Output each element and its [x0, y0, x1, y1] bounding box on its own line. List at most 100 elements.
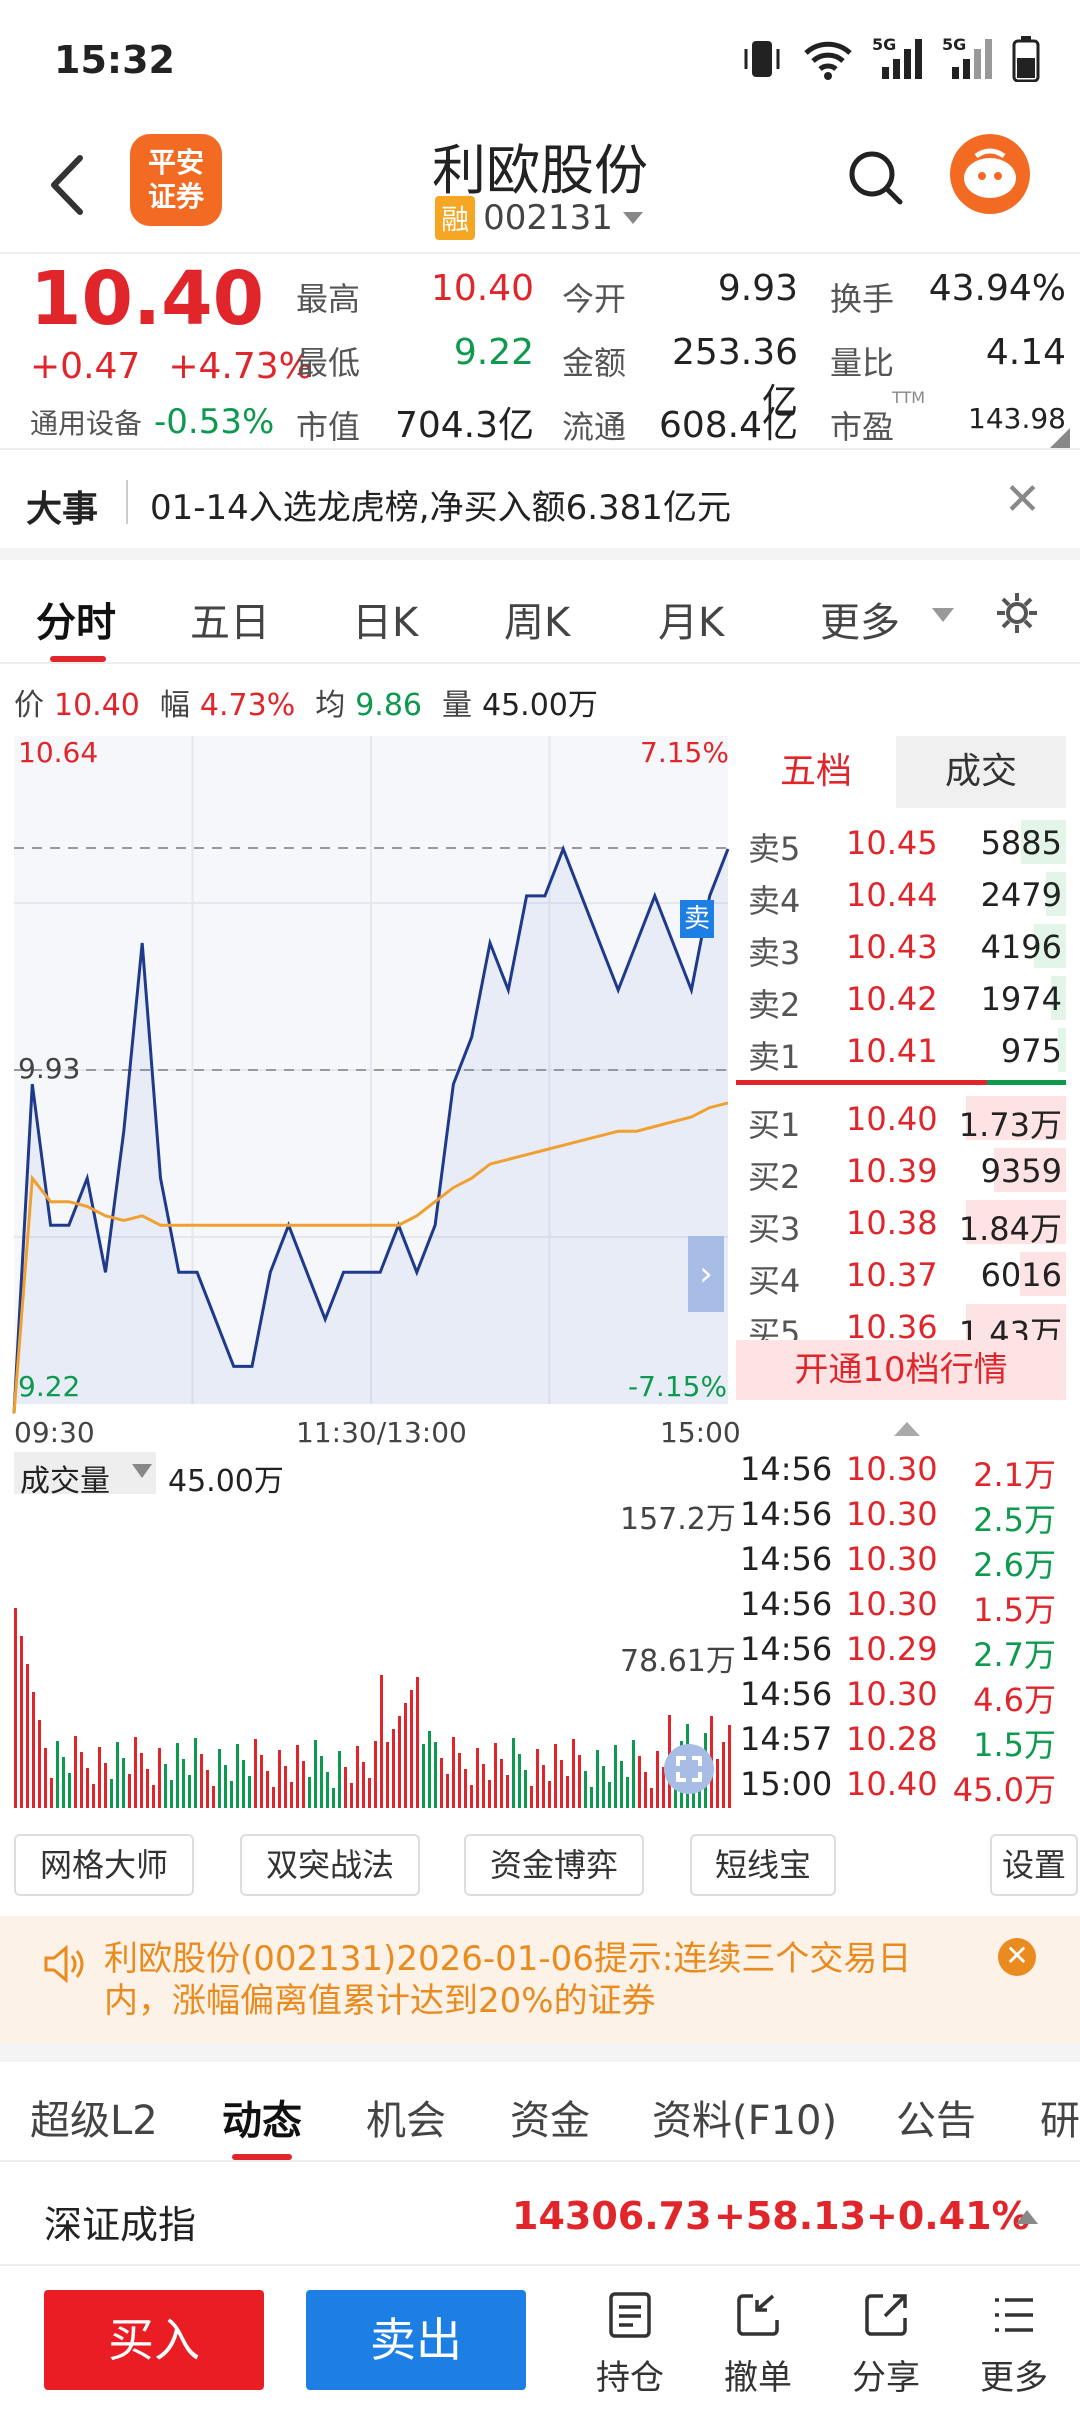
- status-icons: 5G 5G: [740, 34, 1040, 84]
- tab-intraday[interactable]: 分时: [36, 590, 116, 648]
- volume-bar: [80, 1752, 83, 1808]
- level-price: 10.42: [846, 980, 938, 1018]
- ask-row-3[interactable]: 卖3 10.43 4196: [736, 920, 1066, 972]
- expand-panel-chevron-icon[interactable]: ›: [688, 1236, 724, 1312]
- pe-ttm-sup: TTM: [892, 388, 926, 407]
- margin-badge: 融: [435, 196, 476, 240]
- info-amp-label: 幅: [159, 688, 190, 723]
- tab-super-l2[interactable]: 超级L2: [30, 2088, 158, 2146]
- tool-short-term[interactable]: 短线宝: [690, 1834, 836, 1896]
- buy-button[interactable]: 买入: [44, 2290, 264, 2390]
- volume-bar: [188, 1775, 191, 1808]
- stock-code-selector[interactable]: 融 002131: [0, 196, 1080, 240]
- open-value: 9.93: [717, 268, 798, 309]
- trade-row: 14:56 10.30 2.6万: [740, 1536, 1070, 1584]
- axis-time-mid: 11:30/13:00: [296, 1416, 467, 1449]
- ask-row-1[interactable]: 卖5 10.45 5885: [736, 816, 1066, 868]
- volume-bar: [206, 1770, 209, 1808]
- tool-settings[interactable]: 设置: [990, 1834, 1078, 1896]
- tab-capital[interactable]: 资金: [510, 2088, 590, 2146]
- volume-bar: [50, 1778, 53, 1808]
- tab-five-day[interactable]: 五日: [190, 590, 270, 648]
- volume-bar: [134, 1737, 137, 1808]
- tool-capital-game[interactable]: 资金博弈: [464, 1834, 644, 1896]
- fullscreen-icon[interactable]: [664, 1744, 714, 1794]
- info-avg: 9.86: [355, 688, 422, 723]
- bid-row-2[interactable]: 买2 10.39 9359: [736, 1144, 1066, 1196]
- tab-opportunities[interactable]: 机会: [366, 2088, 446, 2146]
- level-price: 10.44: [846, 876, 938, 914]
- volume-bar: [260, 1755, 263, 1808]
- tab-research[interactable]: 研: [1040, 2088, 1080, 2146]
- ask-row-4[interactable]: 卖2 10.42 1974: [736, 972, 1066, 1024]
- ask-row-2[interactable]: 卖4 10.44 2479: [736, 868, 1066, 920]
- risk-alert-banner[interactable]: 利欧股份(002131)2026-01-06提示:连续三个交易日内，涨幅偏离值累…: [0, 1916, 1080, 2044]
- volume-tick-mid: 78.61万: [620, 1644, 736, 1679]
- high-value: 10.40: [430, 268, 534, 309]
- trade-time: 14:57: [740, 1720, 833, 1758]
- news-text: 01-14入选龙虎榜,净买入额6.381亿元: [150, 488, 731, 528]
- index-ticker-row[interactable]: 深证成指 14306.73 +58.13 +0.41%: [0, 2166, 1080, 2266]
- tab-f10[interactable]: 资料(F10): [652, 2088, 837, 2146]
- volume-bar: [638, 1756, 641, 1808]
- book-divider: [736, 1080, 1066, 1085]
- bid-row-1[interactable]: 买1 10.40 1.73万: [736, 1092, 1066, 1144]
- search-icon[interactable]: [846, 148, 906, 208]
- nav-positions[interactable]: 持仓: [580, 2290, 680, 2399]
- bid-row-4[interactable]: 买4 10.37 6016: [736, 1248, 1066, 1300]
- tool-double-breakout[interactable]: 双突战法: [240, 1834, 420, 1896]
- tab-daily-k[interactable]: 日K: [352, 590, 418, 648]
- scroll-up-triangle-icon[interactable]: [894, 1420, 920, 1436]
- ask-row-5[interactable]: 卖1 10.41 975: [736, 1024, 1066, 1076]
- tab-more[interactable]: 更多: [820, 590, 900, 648]
- volume-bar: [68, 1773, 71, 1808]
- gear-icon[interactable]: [994, 590, 1040, 636]
- volume-bar: [596, 1750, 599, 1808]
- volume-bar: [116, 1742, 119, 1808]
- tab-trade-ticks[interactable]: 成交: [896, 736, 1066, 808]
- tab-weekly-k[interactable]: 周K: [504, 590, 570, 648]
- volume-bar: [20, 1636, 23, 1808]
- price-change-pct: +4.73%: [168, 346, 313, 387]
- index-name: 深证成指: [44, 2203, 197, 2247]
- assistant-avatar-icon[interactable]: [950, 134, 1030, 214]
- sell-button[interactable]: 卖出: [306, 2290, 526, 2390]
- sell-marker[interactable]: 卖: [680, 900, 714, 938]
- trade-time: 14:56: [740, 1675, 833, 1713]
- tab-five-levels[interactable]: 五档: [736, 736, 896, 808]
- volume-bar: [86, 1768, 89, 1808]
- bid-row-3[interactable]: 买3 10.38 1.84万: [736, 1196, 1066, 1248]
- nav-share[interactable]: 分享: [836, 2290, 936, 2399]
- sector-name: 通用设备: [30, 407, 143, 440]
- volume-bar: [110, 1779, 113, 1808]
- expand-up-icon[interactable]: [1016, 2208, 1038, 2224]
- alert-text: 利欧股份(002131)2026-01-06提示:连续三个交易日内，涨幅偏离值累…: [104, 1939, 912, 2021]
- trade-time: 15:00: [740, 1765, 833, 1803]
- volume-bar: [716, 1759, 719, 1808]
- volume-indicator-select[interactable]: 成交量: [14, 1452, 156, 1499]
- volume-bar: [248, 1776, 251, 1808]
- sector-change: -0.53%: [154, 402, 275, 442]
- tab-news-feed[interactable]: 动态: [222, 2088, 302, 2146]
- expand-corner-icon[interactable]: [1050, 428, 1070, 448]
- sector-row[interactable]: 通用设备 -0.53%: [30, 402, 274, 442]
- open-l2-button[interactable]: 开通10档行情: [736, 1340, 1066, 1400]
- nav-more[interactable]: 更多: [964, 2290, 1064, 2399]
- turnover-label: 换手: [830, 280, 895, 318]
- close-icon[interactable]: ✕: [1004, 474, 1041, 525]
- nav-cancel-order[interactable]: 撤单: [708, 2290, 808, 2399]
- tab-announcements[interactable]: 公告: [896, 2088, 976, 2146]
- news-banner[interactable]: 大事 01-14入选龙虎榜,净买入额6.381亿元 ✕: [0, 448, 1080, 548]
- signal-icon-2: 5G: [942, 35, 994, 81]
- tab-monthly-k[interactable]: 月K: [658, 590, 724, 648]
- axis-mid-price: 9.93: [18, 1052, 81, 1085]
- alert-close-icon[interactable]: ✕: [998, 1938, 1036, 1976]
- volume-bar: [530, 1786, 533, 1808]
- cancel-order-icon: [737, 2294, 779, 2336]
- tool-grid-master[interactable]: 网格大师: [14, 1834, 194, 1896]
- volume-bar: [62, 1757, 65, 1808]
- volume-bar: [434, 1742, 437, 1808]
- axis-bottom-pct: -7.15%: [628, 1370, 728, 1403]
- volume-bar: [728, 1725, 731, 1808]
- volume-bar: [302, 1761, 305, 1808]
